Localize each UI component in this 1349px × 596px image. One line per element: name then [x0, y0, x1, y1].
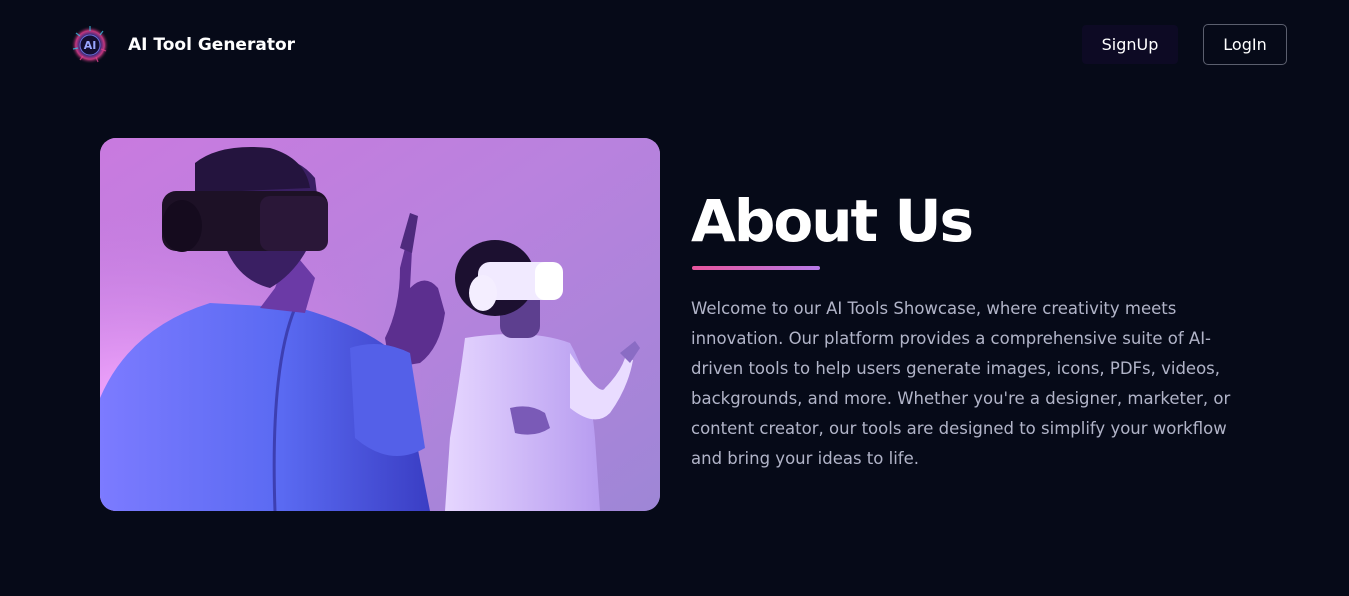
site-header: AI AI Tool Generator SignUp LogIn — [0, 0, 1349, 90]
signup-button[interactable]: SignUp — [1082, 25, 1178, 64]
page: AI AI Tool Generator SignUp LogIn About … — [0, 0, 1349, 596]
title-underline — [692, 266, 820, 270]
login-button[interactable]: LogIn — [1203, 24, 1287, 65]
brand[interactable]: AI AI Tool Generator — [70, 25, 295, 65]
about-description: Welcome to our AI Tools Showcase, where … — [691, 299, 1231, 468]
vr-users-image — [100, 138, 660, 511]
ai-logo-icon: AI — [70, 25, 110, 65]
brand-name: AI Tool Generator — [128, 35, 296, 55]
svg-text:AI: AI — [84, 39, 97, 52]
about-title: About Us — [691, 187, 974, 255]
